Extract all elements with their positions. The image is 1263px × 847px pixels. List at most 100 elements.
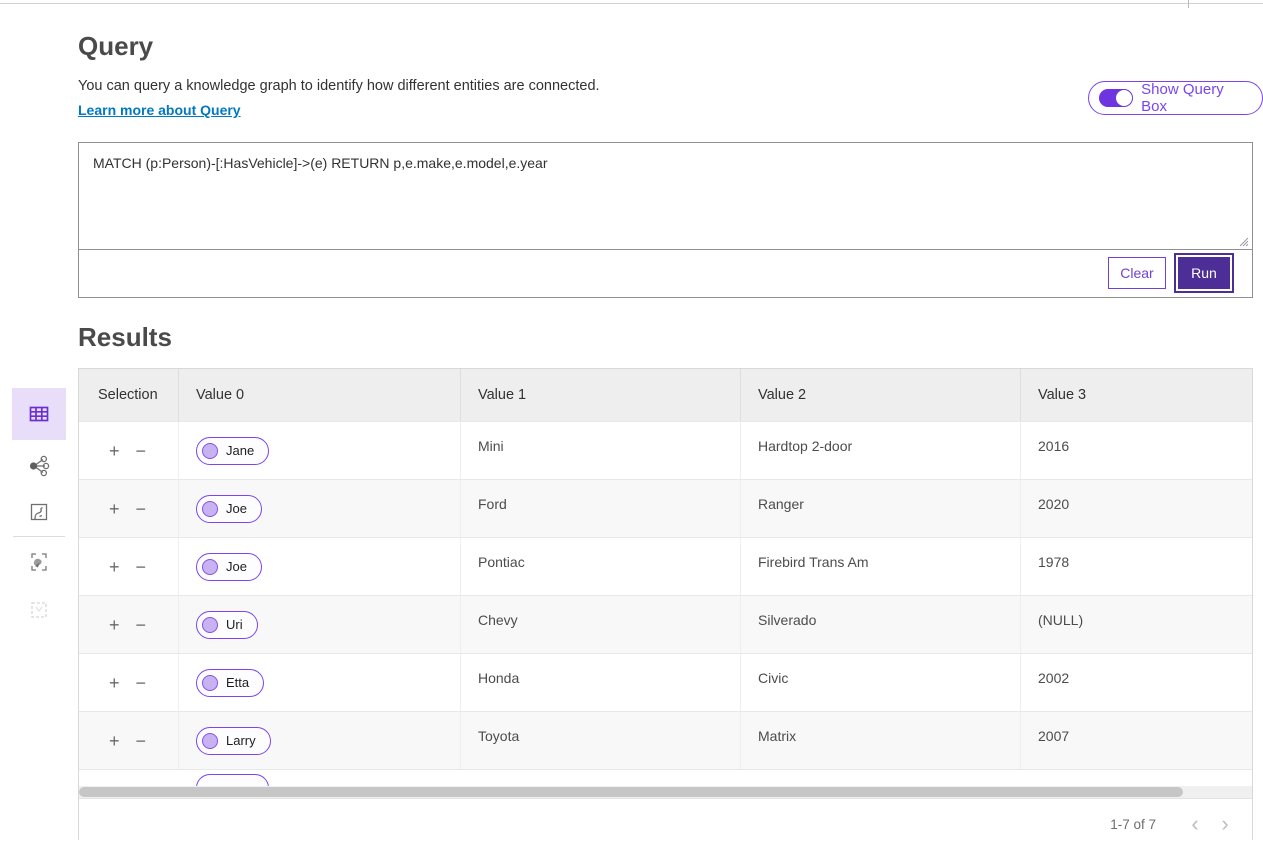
- add-to-selection-icon[interactable]: +: [109, 674, 120, 692]
- add-to-selection-icon[interactable]: +: [109, 616, 120, 634]
- learn-more-link[interactable]: Learn more about Query: [78, 102, 241, 118]
- entity-cell: Joe: [179, 538, 461, 595]
- run-button[interactable]: Run: [1178, 257, 1230, 289]
- horizontal-scrollbar-track[interactable]: [79, 786, 1252, 798]
- previous-page-button[interactable]: ‹: [1180, 813, 1210, 835]
- new-map-icon: [26, 549, 52, 575]
- value1-cell: Pontiac: [461, 538, 741, 595]
- sidebar-item-new-map-from-results[interactable]: [12, 544, 66, 580]
- remove-from-selection-icon[interactable]: −: [136, 674, 147, 692]
- value2-cell: Matrix: [741, 712, 1021, 769]
- entity-icon: [202, 675, 218, 691]
- table-row: + − Etta Honda Civic 2002: [79, 653, 1252, 711]
- table-row: + − Larry Toyota Matrix 2007: [79, 711, 1252, 769]
- results-table: Selection Value 0 Value 1 Value 2 Value …: [78, 368, 1253, 840]
- query-page: Query You can query a knowledge graph to…: [0, 0, 1263, 847]
- selection-cell: + −: [79, 712, 179, 769]
- entity-cell: Etta: [179, 654, 461, 711]
- sidebar-divider: [13, 536, 65, 537]
- entity-cell: Joe: [179, 480, 461, 537]
- value3-cell: 2002: [1021, 654, 1252, 711]
- value3-cell: 1978: [1021, 538, 1252, 595]
- entity-name: Larry: [226, 733, 256, 748]
- query-box: MATCH (p:Person)-[:HasVehicle]->(e) RETU…: [78, 142, 1253, 298]
- selection-cell: + −: [79, 480, 179, 537]
- value3-cell: 2007: [1021, 712, 1252, 769]
- value2-cell: Ranger: [741, 480, 1021, 537]
- link-chart-icon: [26, 453, 52, 479]
- table-header: Selection Value 0 Value 1 Value 2 Value …: [79, 369, 1252, 421]
- selection-cell: + −: [79, 596, 179, 653]
- remove-from-selection-icon[interactable]: −: [136, 616, 147, 634]
- table-footer: 1-7 of 7 ‹ ›: [79, 798, 1252, 847]
- selection-cell: + −: [79, 654, 179, 711]
- query-button-bar: Clear Run: [79, 250, 1252, 296]
- entity-name: Jane: [226, 443, 254, 458]
- add-to-selection-icon[interactable]: +: [109, 442, 120, 460]
- selection-cell: + −: [79, 422, 179, 479]
- value3-cell: 2020: [1021, 480, 1252, 537]
- sidebar-item-selection-view: [12, 592, 66, 628]
- entity-icon: [202, 617, 218, 633]
- horizontal-scrollbar-thumb[interactable]: [79, 787, 1183, 797]
- selection-disabled-icon: [27, 598, 51, 622]
- show-query-box-toggle[interactable]: Show Query Box: [1088, 81, 1263, 115]
- sidebar-item-table-view[interactable]: [12, 388, 66, 440]
- value2-cell: Silverado: [741, 596, 1021, 653]
- column-header-value1: Value 1: [461, 369, 741, 421]
- table-row: + − Joe Ford Ranger 2020: [79, 479, 1252, 537]
- table-icon: [27, 402, 51, 426]
- sidebar-item-link-chart-view[interactable]: [12, 448, 66, 484]
- entity-pill[interactable]: Joe: [196, 553, 262, 581]
- value3-cell: 2016: [1021, 422, 1252, 479]
- toggle-switch-icon[interactable]: [1099, 89, 1133, 107]
- table-row: + − Jane Mini Hardtop 2-door 2016: [79, 421, 1252, 479]
- entity-name: Joe: [226, 501, 247, 516]
- entity-pill[interactable]: Joe: [196, 495, 262, 523]
- map-icon: [27, 500, 51, 524]
- entity-icon: [202, 733, 218, 749]
- pagination-label: 1-7 of 7: [1110, 817, 1156, 832]
- results-title: Results: [78, 322, 172, 353]
- query-textarea[interactable]: MATCH (p:Person)-[:HasVehicle]->(e) RETU…: [79, 143, 1252, 250]
- resize-handle-icon[interactable]: [1237, 235, 1249, 247]
- toggle-knob: [1116, 90, 1132, 106]
- toggle-label: Show Query Box: [1141, 81, 1248, 115]
- entity-pill[interactable]: Etta: [196, 669, 264, 697]
- entity-pill[interactable]: Jane: [196, 437, 269, 465]
- entity-cell: Uri: [179, 596, 461, 653]
- page-description: You can query a knowledge graph to ident…: [78, 78, 600, 94]
- value2-cell: Civic: [741, 654, 1021, 711]
- entity-icon: [202, 501, 218, 517]
- entity-icon: [202, 559, 218, 575]
- entity-cell: Jane: [179, 422, 461, 479]
- entity-pill[interactable]: Larry: [196, 727, 271, 755]
- entity-pill[interactable]: [196, 774, 269, 786]
- column-header-selection: Selection: [79, 369, 179, 421]
- remove-from-selection-icon[interactable]: −: [136, 500, 147, 518]
- next-page-button[interactable]: ›: [1210, 813, 1240, 835]
- selection-cell: + −: [79, 538, 179, 595]
- table-row: + − Joe Pontiac Firebird Trans Am 1978: [79, 537, 1252, 595]
- value2-cell: Hardtop 2-door: [741, 422, 1021, 479]
- remove-from-selection-icon[interactable]: −: [136, 442, 147, 460]
- clear-button[interactable]: Clear: [1108, 257, 1166, 289]
- add-to-selection-icon[interactable]: +: [109, 500, 120, 518]
- sidebar-item-map-view[interactable]: [12, 494, 66, 530]
- column-header-value3: Value 3: [1021, 369, 1252, 421]
- entity-pill[interactable]: Uri: [196, 611, 258, 639]
- page-title: Query: [78, 31, 153, 62]
- remove-from-selection-icon[interactable]: −: [136, 732, 147, 750]
- value1-cell: Ford: [461, 480, 741, 537]
- entity-name: Joe: [226, 559, 247, 574]
- add-to-selection-icon[interactable]: +: [109, 732, 120, 750]
- column-header-value2: Value 2: [741, 369, 1021, 421]
- value3-cell: (NULL): [1021, 596, 1252, 653]
- table-row-partial: [79, 769, 1252, 786]
- column-header-value0: Value 0: [179, 369, 461, 421]
- remove-from-selection-icon[interactable]: −: [136, 558, 147, 576]
- add-to-selection-icon[interactable]: +: [109, 558, 120, 576]
- value1-cell: Toyota: [461, 712, 741, 769]
- entity-name: Etta: [226, 675, 249, 690]
- value1-cell: Chevy: [461, 596, 741, 653]
